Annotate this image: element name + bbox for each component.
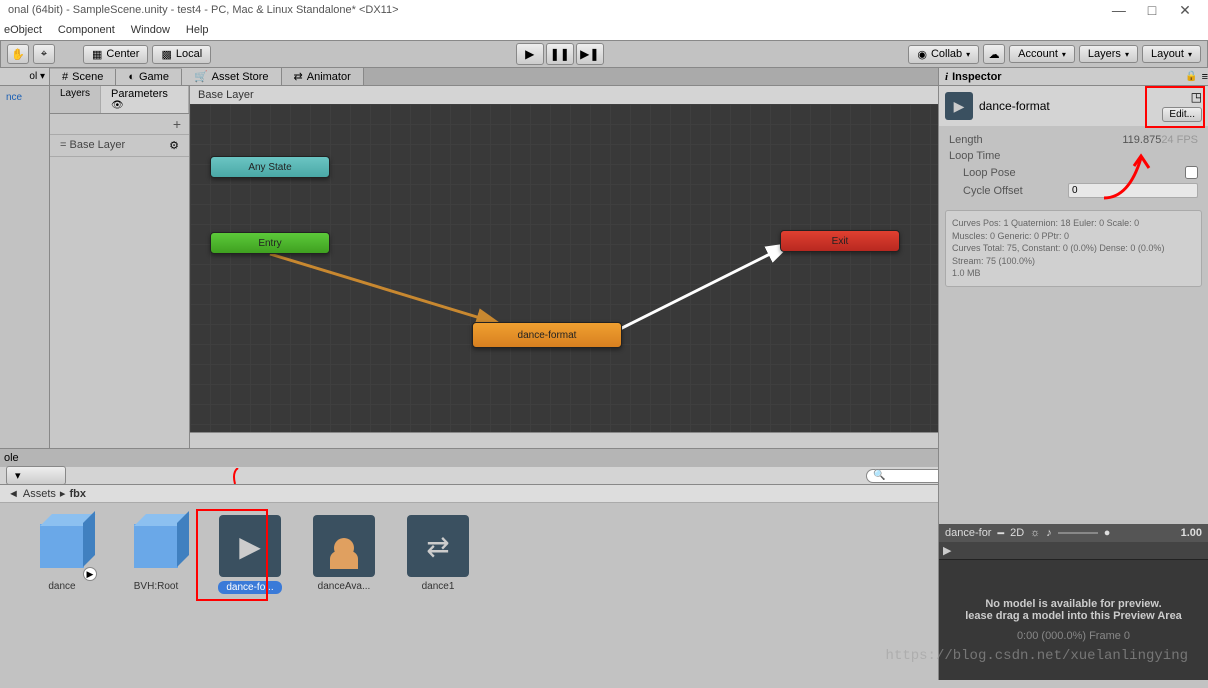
parameters-tab[interactable]: Parameters 👁 [101, 86, 189, 113]
preview-2d-button[interactable]: 2D [1010, 527, 1024, 539]
hand-tool[interactable]: ✋ [7, 44, 29, 64]
preview-play-button[interactable]: ▶ [943, 544, 951, 557]
gear-icon[interactable]: ⚙ [169, 139, 179, 152]
step-button[interactable]: ▶❚ [576, 43, 604, 65]
preview-light-icon[interactable]: ☼ [1030, 527, 1040, 539]
annotation-arrow-2 [1099, 148, 1159, 208]
close-button[interactable]: ✕ [1170, 2, 1200, 19]
local-button[interactable]: ▩ Local [152, 45, 211, 64]
inspector-panel: i Inspector 🔒 ≡ ▶ dance-format ◳ Edit...… [938, 68, 1208, 680]
transform-tool[interactable]: ⌖ [33, 44, 55, 64]
cloud-button[interactable]: ☁ [983, 44, 1005, 64]
menu-gameobject[interactable]: eObject [4, 24, 42, 36]
asset-dance1[interactable]: ⇄ dance1 [406, 515, 470, 676]
menu-window[interactable]: Window [131, 24, 170, 36]
animator-controller-icon: ⇄ [407, 515, 469, 577]
edit-button[interactable]: Edit... [1162, 107, 1202, 122]
open-icon[interactable]: ◳ [1191, 90, 1202, 104]
create-dropdown[interactable]: ▾ [6, 466, 66, 485]
breadcrumb-base-layer[interactable]: Base Layer [198, 89, 254, 101]
annotation-stroke [220, 468, 420, 484]
play-button[interactable]: ▶ [516, 43, 544, 65]
layout-dropdown[interactable]: Layout ▾ [1142, 45, 1201, 63]
tab-scene[interactable]: # Scene [50, 69, 116, 85]
node-entry[interactable]: Entry [210, 232, 330, 254]
preview-slider[interactable]: ━ [997, 527, 1004, 540]
node-dance-format[interactable]: dance-format [472, 322, 622, 348]
asset-dance[interactable]: ▶ dance [30, 515, 94, 676]
window-title: onal (64bit) - SampleScene.unity - test4… [8, 4, 1104, 16]
play-controls: ▶ ❚❚ ▶❚ [516, 43, 604, 65]
preview-play-bar: ▶ [939, 542, 1208, 560]
cycle-offset-label: Cycle Offset [963, 185, 1068, 197]
asset-dance-format[interactable]: ▶ dance-fo... [218, 515, 282, 676]
length-label: Length [949, 134, 1122, 146]
title-bar: onal (64bit) - SampleScene.unity - test4… [0, 0, 1208, 20]
menu-component[interactable]: Component [58, 24, 115, 36]
node-exit[interactable]: Exit [780, 230, 900, 252]
clip-icon: ▶ [945, 92, 973, 120]
fps-label: 24 FPS [1161, 134, 1198, 146]
crumb-fbx[interactable]: fbx [69, 488, 86, 500]
back-icon[interactable]: ◄ [8, 488, 19, 500]
preview-speed: 1.00 [1181, 527, 1202, 539]
loop-pose-checkbox[interactable] [1185, 166, 1198, 179]
inspector-tab[interactable]: i Inspector 🔒 ≡ [939, 68, 1208, 86]
hierarchy-body[interactable]: nce [0, 86, 49, 109]
asset-dance-avatar[interactable]: danceAva... [312, 515, 376, 676]
tab-console[interactable]: ole [4, 452, 19, 464]
add-layer-button[interactable]: + [50, 114, 189, 135]
node-any-state[interactable]: Any State [210, 156, 330, 178]
clip-name: dance-format [979, 99, 1050, 113]
layers-tab[interactable]: Layers [50, 86, 101, 113]
menu-bar: eObject Component Window Help [0, 20, 1208, 40]
avatar-icon [313, 515, 375, 577]
length-value: 119.875 [1122, 134, 1161, 146]
main-toolbar: ✋ ⌖ ▦ Center ▩ Local ▶ ❚❚ ▶❚ ◉ Collab ▾ … [0, 40, 1208, 68]
menu-help[interactable]: Help [186, 24, 209, 36]
tab-asset-store[interactable]: 🛒 Asset Store [182, 68, 282, 85]
preview-name: dance-for [945, 527, 991, 539]
animation-clip-icon: ▶ [219, 515, 281, 577]
tab-animator[interactable]: ⇄ Animator [282, 68, 364, 85]
watermark: https://blog.csdn.net/xuelanlingying [886, 648, 1188, 664]
account-dropdown[interactable]: Account ▾ [1009, 45, 1075, 63]
info-icon: i [945, 71, 948, 83]
inspector-properties: Length 119.875 24 FPS Loop Time Loop Pos… [939, 126, 1208, 206]
pause-button[interactable]: ❚❚ [546, 43, 574, 65]
inspector-menu-icon[interactable]: ≡ [1202, 71, 1208, 83]
loop-time-label: Loop Time [949, 150, 1198, 162]
center-button[interactable]: ▦ Center [83, 45, 148, 64]
curve-stats: Curves Pos: 1 Quaternion: 18 Euler: 0 Sc… [945, 210, 1202, 287]
hierarchy-header[interactable]: ol ▾ [0, 68, 49, 86]
crumb-assets[interactable]: Assets [23, 488, 56, 500]
maximize-button[interactable]: □ [1137, 2, 1167, 18]
window-controls: — □ ✕ [1104, 2, 1200, 19]
layer-base[interactable]: = Base Layer ⚙ [50, 135, 189, 157]
hierarchy-panel: ol ▾ nce [0, 68, 50, 448]
layers-dropdown[interactable]: Layers ▾ [1079, 45, 1138, 63]
inspector-header: ▶ dance-format ◳ Edit... [939, 86, 1208, 126]
minimize-button[interactable]: — [1104, 2, 1134, 18]
asset-bvh-root[interactable]: BVH:Root [124, 515, 188, 676]
layers-panel: Layers Parameters 👁 + = Base Layer ⚙ [50, 86, 190, 448]
collab-dropdown[interactable]: ◉ Collab ▾ [908, 45, 979, 64]
inspector-lock-icon[interactable]: 🔒 [1185, 71, 1197, 82]
preview-audio-icon[interactable]: ♪ [1046, 527, 1052, 539]
tab-game[interactable]: ◐ Game [116, 69, 182, 85]
preview-header: dance-for ━ 2D ☼ ♪ ● 1.00 [939, 524, 1208, 542]
